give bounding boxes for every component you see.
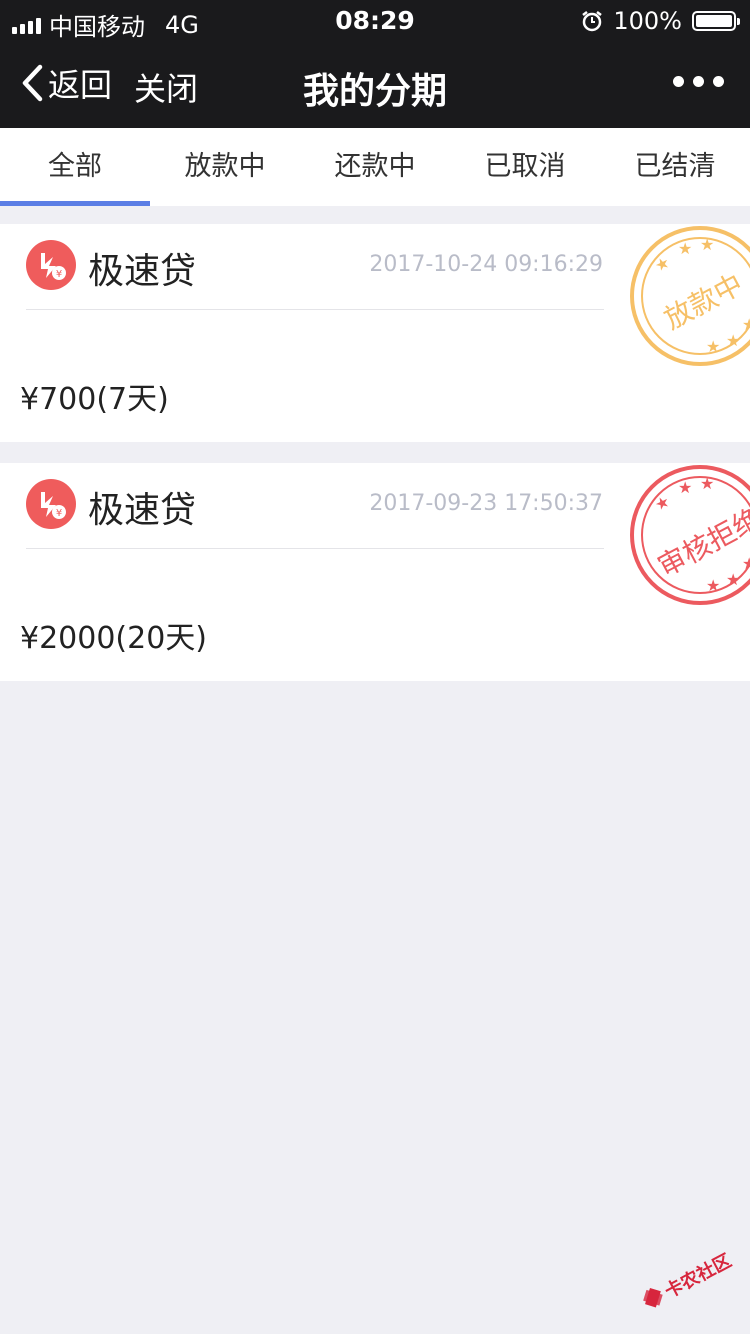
svg-text:★: ★ xyxy=(706,337,720,356)
tab-bar: 全部 放款中 还款中 已取消 已结清 xyxy=(0,128,750,206)
loan-date: 2017-10-24 09:16:29 xyxy=(369,252,603,277)
svg-text:★: ★ xyxy=(726,331,740,350)
back-button[interactable]: 返回 xyxy=(20,60,112,106)
battery-icon xyxy=(692,11,740,31)
loan-product-logo: ¥ xyxy=(26,240,76,290)
loan-product-logo: ¥ xyxy=(26,479,76,529)
status-bar: 中国移动 4G 08:29 100% xyxy=(0,0,750,41)
svg-text:★: ★ xyxy=(726,570,740,589)
battery-percent: 100% xyxy=(613,7,682,35)
tab-all[interactable]: 全部 xyxy=(0,128,150,206)
loan-date: 2017-09-23 17:50:37 xyxy=(369,491,603,516)
loan-product-name: 极速贷 xyxy=(88,251,197,292)
loan-amount: ¥2000(20天) xyxy=(20,621,208,656)
more-dot-icon xyxy=(673,76,684,87)
lightning-yen-icon: ¥ xyxy=(41,492,66,519)
svg-text:★: ★ xyxy=(678,239,692,258)
svg-text:★: ★ xyxy=(742,554,750,573)
loan-amount: ¥700(7天) xyxy=(20,382,169,417)
svg-text:★: ★ xyxy=(678,478,692,497)
svg-text:★: ★ xyxy=(652,491,673,514)
svg-text:★: ★ xyxy=(700,474,714,493)
nav-bar: 返回 关闭 我的分期 xyxy=(0,40,750,128)
svg-text:★: ★ xyxy=(742,315,750,334)
tab-disbursing[interactable]: 放款中 xyxy=(150,128,300,206)
more-dot-icon xyxy=(693,76,704,87)
loan-product-name: 极速贷 xyxy=(88,490,197,531)
status-stamp-disbursing: ★ ★ ★ ★ ★ ★ 放款中 xyxy=(630,226,750,366)
status-bar-right: 100% xyxy=(581,7,740,35)
svg-text:★: ★ xyxy=(706,576,720,595)
svg-text:¥: ¥ xyxy=(56,269,62,280)
more-menu-button[interactable] xyxy=(673,76,724,87)
watermark-logo: 卡农社区 xyxy=(643,1249,735,1308)
svg-text:¥: ¥ xyxy=(56,508,62,519)
close-button[interactable]: 关闭 xyxy=(134,64,198,110)
loan-card[interactable]: ¥ 极速贷 2017-10-24 09:16:29 ¥700(7天) ★ ★ ★… xyxy=(0,224,750,442)
tab-settled[interactable]: 已结清 xyxy=(600,128,750,206)
chevron-left-icon xyxy=(22,64,43,102)
stamp-text: 放款中 xyxy=(659,267,749,336)
tab-repaying[interactable]: 还款中 xyxy=(300,128,450,206)
divider xyxy=(26,309,604,310)
svg-text:★: ★ xyxy=(700,235,714,254)
loan-card[interactable]: ¥ 极速贷 2017-09-23 17:50:37 ¥2000(20天) ★ ★… xyxy=(0,463,750,681)
watermark-text: 卡农社区 xyxy=(661,1249,735,1302)
status-stamp-rejected: ★ ★ ★ ★ ★ ★ 审核拒绝 xyxy=(630,465,750,605)
tab-cancelled[interactable]: 已取消 xyxy=(450,128,600,206)
svg-text:★: ★ xyxy=(652,252,673,275)
lightning-yen-icon: ¥ xyxy=(41,253,66,280)
back-label: 返回 xyxy=(48,66,113,104)
more-dot-icon xyxy=(713,76,724,87)
alarm-icon xyxy=(582,11,603,32)
divider xyxy=(26,548,604,549)
page-title: 我的分期 xyxy=(302,71,447,112)
